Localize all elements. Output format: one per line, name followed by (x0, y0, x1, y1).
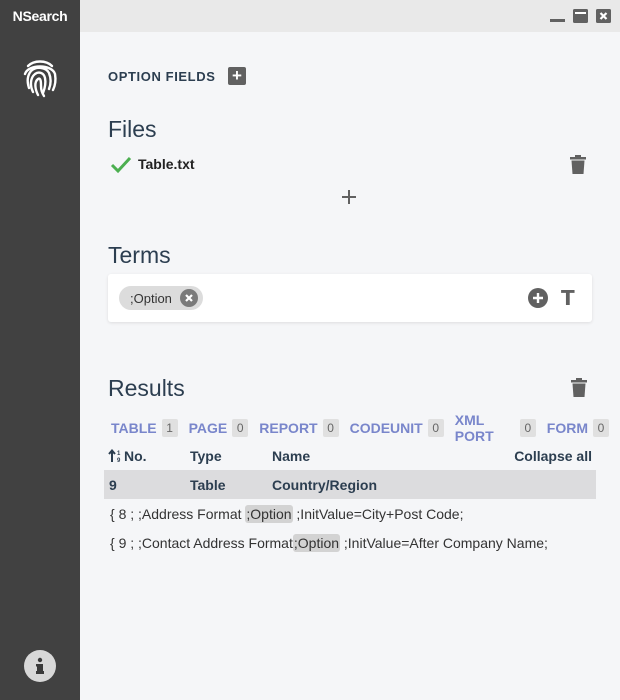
file-item: Table.txt (110, 154, 195, 174)
column-type[interactable]: Type (190, 448, 222, 464)
add-file-icon[interactable] (341, 189, 357, 205)
tab-count: 0 (232, 419, 249, 437)
term-chip: ;Option (119, 286, 203, 310)
match-highlight: ;Option (292, 534, 341, 552)
info-button[interactable] (24, 650, 56, 682)
fingerprint-icon[interactable] (22, 58, 58, 98)
tab-page[interactable]: PAGE 0 (189, 419, 249, 437)
title-bar (80, 0, 620, 32)
sort-icon[interactable]: 1 9 (108, 449, 124, 463)
info-icon (36, 657, 44, 674)
text-format-icon[interactable]: T (561, 286, 575, 310)
result-type-tabs: TABLE 1 PAGE 0 REPORT 0 CODEUNIT 0 XML P… (111, 412, 620, 444)
check-icon (110, 156, 132, 174)
tab-count: 0 (322, 419, 339, 437)
column-no[interactable]: 1 9 No. (108, 448, 147, 464)
tab-form[interactable]: FORM 0 (547, 419, 609, 437)
results-table-header: 1 9 No. Type Name Collapse all (108, 445, 592, 467)
terms-title: Terms (108, 242, 171, 268)
detail-text: ;InitValue=After Company Name; (340, 535, 548, 551)
column-name[interactable]: Name (272, 448, 310, 464)
term-chip-label: ;Option (130, 290, 172, 306)
tab-count: 0 (519, 419, 536, 437)
tab-label: CODEUNIT (349, 420, 423, 436)
files-title: Files (108, 116, 157, 142)
maximize-icon[interactable] (573, 9, 588, 23)
results-title: Results (108, 375, 185, 401)
detail-text: ;InitValue=City+Post Code; (292, 506, 464, 522)
collapse-all-button[interactable]: Collapse all (514, 448, 592, 464)
detail-text: { 9 ; ;Contact Address Format (110, 535, 293, 551)
result-detail-line[interactable]: { 8 ; ;Address Format ;Option ;InitValue… (110, 505, 464, 523)
tab-xml-port[interactable]: XML PORT 0 (455, 412, 536, 444)
tab-table[interactable]: TABLE 1 (111, 419, 178, 437)
row-name: Country/Region (272, 477, 377, 493)
minimize-icon[interactable] (550, 9, 565, 23)
detail-text: { 8 ; ;Address Format (110, 506, 246, 522)
sidebar: NSearch (0, 0, 80, 700)
row-type: Table (190, 477, 226, 493)
svg-text:1: 1 (117, 451, 121, 457)
tab-label: FORM (546, 420, 588, 436)
file-name: Table.txt (138, 156, 195, 172)
tab-label: XML PORT (454, 412, 494, 444)
svg-text:9: 9 (117, 458, 121, 463)
tab-label: PAGE (188, 420, 228, 436)
match-highlight: ;Option (245, 505, 293, 523)
column-no-label: No. (124, 448, 147, 464)
app-title: NSearch (12, 8, 68, 24)
remove-term-icon[interactable] (179, 289, 198, 307)
tab-label: TABLE (111, 420, 157, 436)
tab-codeunit[interactable]: CODEUNIT 0 (350, 419, 444, 437)
add-term-icon[interactable] (528, 288, 548, 308)
tab-count: 0 (427, 419, 444, 437)
close-icon[interactable] (596, 9, 611, 23)
delete-file-icon[interactable] (570, 155, 586, 174)
main-panel: OPTION FIELDS + Files Table.txt Terms ;O… (80, 32, 620, 700)
tab-count: 1 (161, 419, 178, 437)
row-no: 9 (109, 477, 117, 493)
clear-results-icon[interactable] (571, 378, 587, 397)
add-option-field-button[interactable]: + (228, 67, 246, 85)
option-fields-label: OPTION FIELDS (108, 69, 216, 84)
result-detail-line[interactable]: { 9 ; ;Contact Address Format;Option ;In… (110, 534, 548, 552)
terms-input[interactable]: ;Option T (108, 274, 592, 322)
tab-report[interactable]: REPORT 0 (259, 419, 339, 437)
tab-label: REPORT (259, 420, 318, 436)
table-row[interactable]: 9 Table Country/Region (104, 470, 596, 499)
tab-count: 0 (593, 419, 609, 437)
